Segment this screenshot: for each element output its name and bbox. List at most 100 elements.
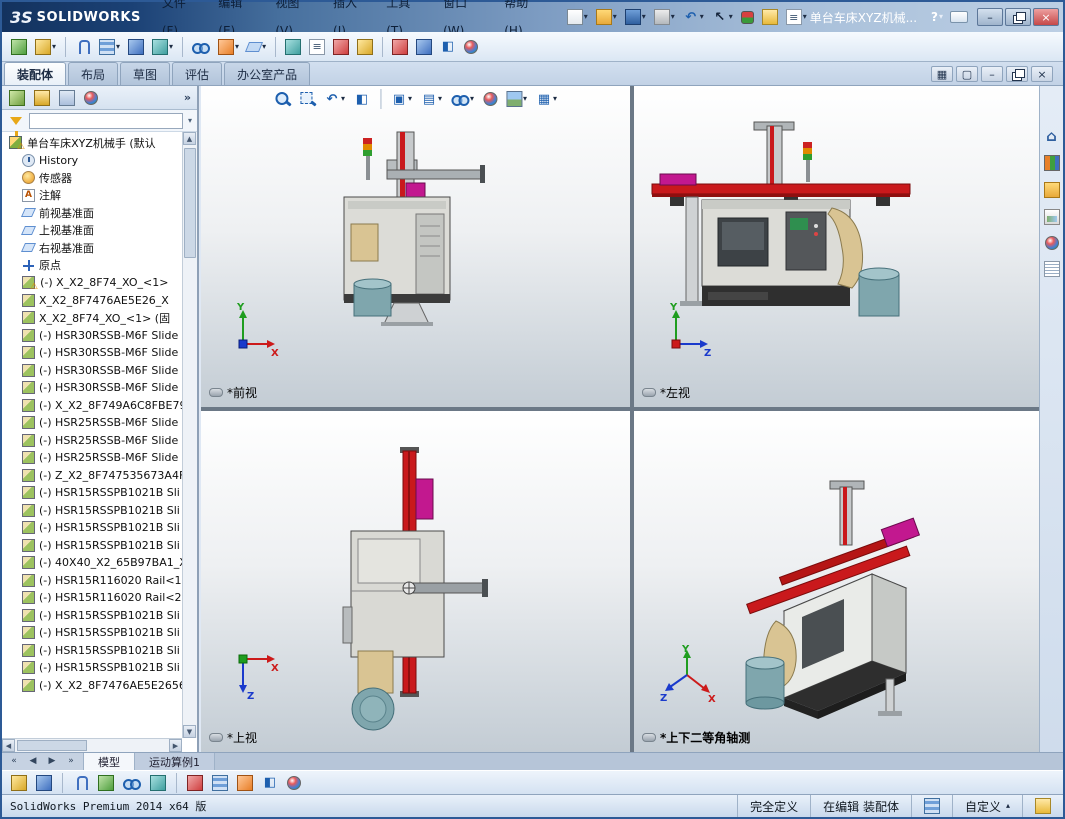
tree-item[interactable]: (-) HSR15RSSPB1021B Sli xyxy=(2,624,182,642)
tree-item[interactable]: (-) X_X2_8F7476AE5E2656 xyxy=(2,677,182,695)
displaymanager-tab[interactable] xyxy=(81,88,101,108)
measure-button[interactable] xyxy=(209,773,231,793)
tree-item[interactable]: (-) X_X2_8F749A6C8FBE79 xyxy=(2,397,182,415)
smart-fasteners-button[interactable] xyxy=(125,37,147,57)
minimize-button[interactable]: – xyxy=(977,8,1003,26)
interference-detection-button[interactable] xyxy=(184,773,206,793)
insert-components-button[interactable]: ▾ xyxy=(32,37,59,57)
scroll-left-button[interactable]: ◀ xyxy=(2,739,15,752)
command-tab-3[interactable]: 评估 xyxy=(172,62,223,85)
viewport-left[interactable]: Y Z *左视 xyxy=(634,86,1043,407)
single-viewport-button[interactable]: ▢ xyxy=(956,66,978,82)
sketch-button[interactable] xyxy=(8,773,30,793)
tree-vertical-scrollbar[interactable]: ▲ ▼ xyxy=(182,132,197,738)
tree-item[interactable]: X_X2_8F74_XO_<1> (固 xyxy=(2,309,182,327)
appearances-scenes-tab[interactable] xyxy=(1042,234,1062,252)
options-button[interactable]: ≡ ▾ xyxy=(783,7,810,27)
tree-item[interactable]: (-) Z_X2_8F747535673A4F xyxy=(2,467,182,485)
tree-item[interactable]: 右视基准面 xyxy=(2,239,182,257)
propertymanager-tab[interactable] xyxy=(31,88,53,108)
file-properties-button[interactable] xyxy=(759,7,781,27)
tree-item[interactable]: (-) HSR25RSSB-M6F Slide xyxy=(2,449,182,467)
chevron-down-icon[interactable]: ▾ xyxy=(188,116,192,125)
tree-item[interactable]: ⚠ 单台车床XYZ机械手 (默认 xyxy=(2,134,182,152)
last-document-tab-button[interactable]: » xyxy=(62,754,80,770)
first-document-tab-button[interactable]: « xyxy=(5,754,23,770)
tree-item[interactable]: History xyxy=(2,152,182,170)
scrollbar-thumb[interactable] xyxy=(184,148,196,258)
doc-minimize-button[interactable]: – xyxy=(981,66,1003,82)
tree-item[interactable]: (-) HSR15RSSPB1021B Sli xyxy=(2,607,182,625)
tree-item[interactable]: (-) HSR15RSSPB1021B Sli xyxy=(2,537,182,555)
tree-item[interactable]: (-) 40X40_X2_65B97BA1_X xyxy=(2,554,182,572)
help-button[interactable]: ? ▾ xyxy=(927,10,947,24)
doc-close-button[interactable]: × xyxy=(1031,66,1053,82)
mate-button[interactable] xyxy=(72,37,94,57)
measure-button[interactable] xyxy=(413,37,435,57)
file-explorer-tab[interactable] xyxy=(1041,180,1063,200)
tree-item[interactable]: ⚠ (-) X_X2_8F74_XO_<1> xyxy=(2,274,182,292)
section-properties-button[interactable]: ◧ xyxy=(437,37,459,57)
tree-item[interactable]: X_X2_8F7476AE5E26_X xyxy=(2,292,182,310)
tree-item[interactable]: 前视基准面 xyxy=(2,204,182,222)
section-view-button[interactable]: ◧ xyxy=(259,773,281,793)
viewport-top[interactable]: X Z *上视 xyxy=(201,411,630,752)
select-button[interactable]: ↖ ▾ xyxy=(709,7,736,27)
viewport-front[interactable]: ↶ ▾ ◧ ▣ ▾ ▤ ▾ ▾ ▾ ▦ ▾ Y X *前视 xyxy=(201,86,630,407)
tree-item[interactable]: (-) HSR30RSSB-M6F Slide xyxy=(2,362,182,380)
assembly-features-button[interactable]: ▾ xyxy=(215,37,242,57)
edit-component-button[interactable] xyxy=(8,37,30,57)
resources-tab[interactable]: ⌂ xyxy=(1041,126,1063,146)
scroll-right-button[interactable]: ▶ xyxy=(169,739,182,752)
featuremanager-tab[interactable] xyxy=(6,88,28,108)
doc-restore-button[interactable] xyxy=(1006,66,1028,82)
appearance-button[interactable] xyxy=(461,38,481,56)
open-document-button[interactable]: ▾ xyxy=(593,7,620,27)
tree-item[interactable]: (-) HSR30RSSB-M6F Slide xyxy=(2,344,182,362)
hide-show-components-button[interactable] xyxy=(120,773,144,793)
command-tab-0[interactable]: 装配体 xyxy=(4,62,67,85)
tree-item[interactable]: (-) HSR25RSSB-M6F Slide xyxy=(2,414,182,432)
rebuild-button[interactable] xyxy=(738,9,757,26)
tree-item[interactable]: (-) HSR15RSSPB1021B Sli xyxy=(2,502,182,520)
tree-item[interactable]: (-) HSR25RSSB-M6F Slide xyxy=(2,432,182,450)
tree-item[interactable]: A 注解 xyxy=(2,187,182,205)
tree-item[interactable]: (-) HSR15R116020 Rail<2 xyxy=(2,589,182,607)
community-button[interactable] xyxy=(947,9,971,25)
configurationmanager-tab[interactable] xyxy=(56,88,78,108)
command-tab-4[interactable]: 办公室产品 xyxy=(224,62,311,85)
print-button[interactable]: ▾ xyxy=(651,7,678,27)
explode-line-sketch-button[interactable] xyxy=(354,37,376,57)
smart-dimension-button[interactable] xyxy=(33,773,55,793)
isolate-button[interactable] xyxy=(147,773,169,793)
design-library-tab[interactable] xyxy=(1041,153,1063,173)
scroll-up-button[interactable]: ▲ xyxy=(183,132,196,145)
view-palette-tab[interactable] xyxy=(1041,207,1063,227)
linear-component-pattern-button[interactable]: ▾ xyxy=(96,37,123,57)
scrollbar-thumb[interactable] xyxy=(17,740,87,751)
document-tab-1[interactable]: 运动算例1 xyxy=(135,753,215,770)
tree-filter-input[interactable] xyxy=(29,112,183,129)
mass-properties-button[interactable] xyxy=(234,773,256,793)
command-tab-1[interactable]: 布局 xyxy=(68,62,119,85)
mate-button[interactable] xyxy=(70,773,92,793)
new-motion-study-button[interactable] xyxy=(282,37,304,57)
tree-item[interactable]: (-) HSR30RSSB-M6F Slide xyxy=(2,379,182,397)
appearances-button[interactable] xyxy=(284,774,304,792)
exploded-view-button[interactable] xyxy=(330,37,352,57)
reference-geometry-button[interactable]: ▾ xyxy=(244,40,269,54)
close-button[interactable]: × xyxy=(1033,8,1059,26)
bill-of-materials-button[interactable]: ≡ xyxy=(306,37,328,57)
viewport-isometric[interactable]: Y X Z *上下二等角轴测 xyxy=(634,411,1043,752)
custom-properties-tab[interactable] xyxy=(1041,259,1063,279)
tree-item[interactable]: (-) HSR15RSSPB1021B Sli xyxy=(2,484,182,502)
tree-item[interactable]: (-) HSR15RSSPB1021B Sli xyxy=(2,519,182,537)
restore-button[interactable] xyxy=(1005,8,1031,26)
previous-document-tab-button[interactable]: ◀ xyxy=(24,754,42,770)
new-document-button[interactable]: ▾ xyxy=(564,7,591,27)
status-custom[interactable]: 自定义 ▴ xyxy=(951,795,1022,817)
tree-item[interactable]: (-) HSR15RSSPB1021B Sli xyxy=(2,659,182,677)
document-tab-0[interactable]: 模型 xyxy=(84,753,135,770)
move-component-button[interactable]: ▾ xyxy=(149,37,176,57)
status-tag[interactable] xyxy=(1022,795,1063,817)
